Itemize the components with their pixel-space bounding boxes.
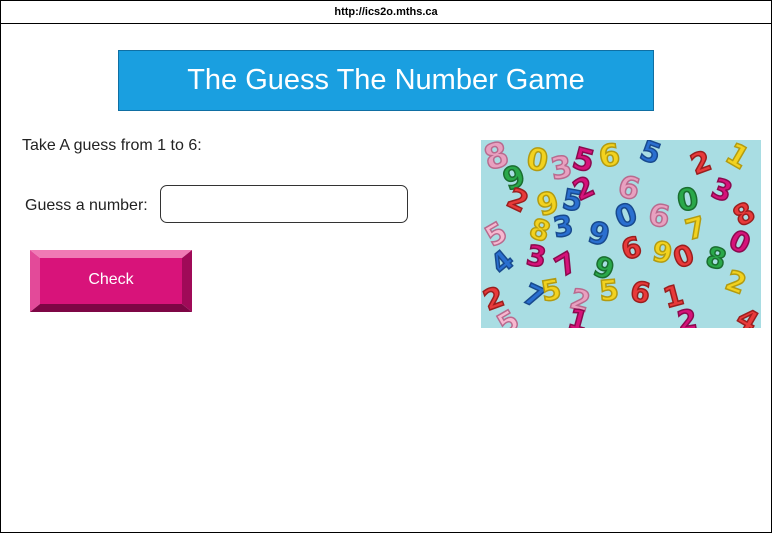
colorful-numbers-image: 8 9 0 3 5 6 5 2 1 2 9 5 2 6 0 3 8 5 8 3 [481, 140, 761, 328]
check-button[interactable]: Check [30, 250, 192, 312]
page-title: The Guess The Number Game [118, 50, 654, 111]
svg-text:6: 6 [597, 140, 623, 175]
svg-text:5: 5 [598, 273, 620, 308]
browser-window: http://ics2o.mths.ca The Guess The Numbe… [0, 0, 772, 533]
address-bar[interactable]: http://ics2o.mths.ca [1, 1, 771, 24]
guess-label: Guess a number: [25, 197, 148, 214]
check-button-label: Check [88, 271, 134, 288]
page-title-text: The Guess The Number Game [187, 64, 585, 96]
instruction-text: Take A guess from 1 to 6: [22, 137, 202, 154]
url-text: http://ics2o.mths.ca [334, 6, 438, 18]
guess-input[interactable] [160, 185, 408, 223]
